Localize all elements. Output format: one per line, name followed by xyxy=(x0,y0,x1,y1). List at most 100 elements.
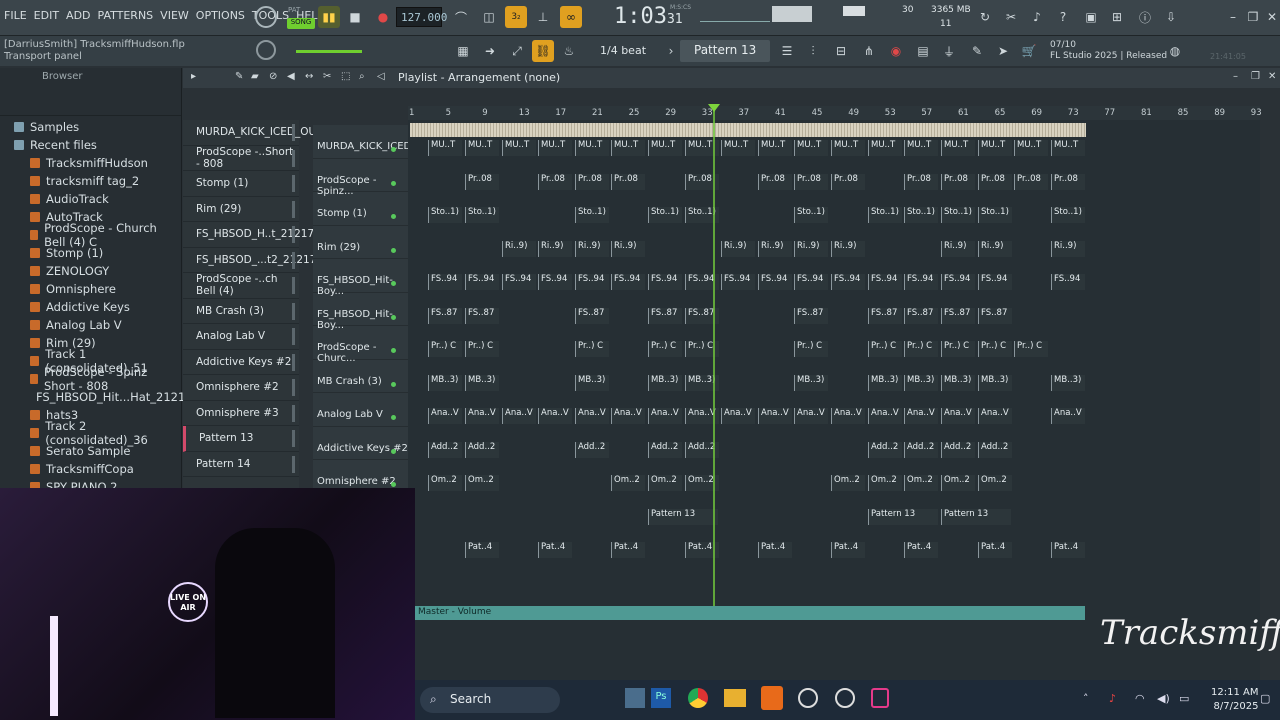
pattern-clip[interactable]: FS..87 xyxy=(978,307,1012,324)
playhead[interactable] xyxy=(713,106,715,608)
track-enable-led[interactable] xyxy=(391,281,396,286)
pattern-clip[interactable]: Ri..9) xyxy=(978,240,1012,257)
pattern-clip[interactable]: MU..T xyxy=(465,140,499,156)
track-enable-led[interactable] xyxy=(391,247,396,253)
pattern-clip[interactable]: Sto..1) xyxy=(868,207,902,223)
mic-icon[interactable]: ♪ xyxy=(1026,6,1048,28)
pattern-clip[interactable]: FS..94 xyxy=(538,274,572,290)
track-header[interactable]: Addictive Keys #2 xyxy=(313,427,408,460)
playlist-arrow-icon[interactable]: ▸ xyxy=(191,71,196,82)
browser-item[interactable]: TracksmiffHudson xyxy=(14,154,181,172)
pattern-clip[interactable]: MU..T xyxy=(978,140,1012,156)
playlist-grid[interactable]: MU..T MU..T MU..T MU..T MU..T MU..T MU..T MU..T… xyxy=(408,120,1260,680)
pattern-clip[interactable]: Ri..9) xyxy=(721,240,755,257)
pattern-clip[interactable]: Om..2 xyxy=(941,475,975,491)
automation-clip[interactable]: Master - Volume xyxy=(415,606,1085,620)
pattern-clip[interactable]: Pr..08 xyxy=(831,173,865,190)
close-icon[interactable]: ✕ xyxy=(1261,6,1280,28)
pattern-clip[interactable]: Add..2 xyxy=(868,441,902,458)
browser-item[interactable]: tracksmiff tag_2 xyxy=(14,172,181,190)
pattern-clip[interactable]: Pr..08 xyxy=(1014,173,1048,190)
picker-item[interactable]: Omnisphere #2 xyxy=(183,375,299,401)
select-tool-icon[interactable]: ⬚ xyxy=(341,71,350,82)
undo-icon[interactable]: ↻ xyxy=(974,6,996,28)
pattern-clip[interactable]: MU..T xyxy=(611,140,645,156)
browser-item[interactable]: ProdScope - Church Bell (4) C xyxy=(14,221,181,249)
pattern-clip[interactable]: Ana..V xyxy=(758,408,792,424)
pattern-clip[interactable]: MU..T xyxy=(904,140,938,156)
pattern-clip[interactable]: Ri..9) xyxy=(611,240,645,257)
pattern-clip[interactable]: Pat..4 xyxy=(611,542,645,558)
pattern-clip[interactable]: Ana..V xyxy=(941,408,975,424)
pattern-clip[interactable]: Ana..V xyxy=(538,408,572,424)
picker-item[interactable]: MURDA_KICK_ICED_OUT xyxy=(183,120,323,146)
pattern-clip[interactable]: Pat..4 xyxy=(978,542,1012,558)
pattern-clip[interactable]: Pr..08 xyxy=(611,173,645,190)
wifi-icon[interactable]: ◠ xyxy=(1135,692,1145,705)
menu-patterns[interactable]: PATTERNS xyxy=(98,9,154,22)
zoom-tool-icon[interactable]: ⌕ xyxy=(359,71,365,82)
pattern-clip[interactable]: FS..94 xyxy=(1051,274,1085,290)
picker-item[interactable]: Analog Lab V xyxy=(183,324,299,350)
browser-item[interactable]: AudioTrack xyxy=(14,190,181,208)
pattern-clip[interactable]: Pat..4 xyxy=(1051,542,1085,558)
photoshop-icon[interactable]: Ps xyxy=(651,688,671,708)
pattern-clip[interactable]: Om..2 xyxy=(978,475,1012,491)
track-enable-led[interactable] xyxy=(391,348,396,353)
minimize-icon[interactable]: – xyxy=(1222,6,1244,28)
pattern-clip[interactable]: Pr..08 xyxy=(794,173,828,190)
wait-input-icon[interactable]: ◫ xyxy=(478,6,500,28)
pattern-clip[interactable]: MB..3) xyxy=(794,374,828,391)
pattern-clip[interactable]: Pr..) C xyxy=(904,341,938,357)
pattern-clip[interactable]: Ri..9) xyxy=(831,240,865,257)
pattern-clip[interactable]: FS..94 xyxy=(648,274,682,290)
pattern-clip[interactable]: Pr..) C xyxy=(1014,341,1048,357)
pattern-clip[interactable]: FS..94 xyxy=(904,274,938,290)
pattern-clip[interactable]: FS..87 xyxy=(575,307,609,324)
draw-tool-icon[interactable]: ✎ xyxy=(235,71,243,82)
track-enable-led[interactable] xyxy=(391,180,396,186)
pattern-clip[interactable]: Pr..) C xyxy=(465,341,499,357)
pattern-clip[interactable]: Sto..1) xyxy=(794,207,828,223)
pattern-clip[interactable]: Pr..08 xyxy=(575,173,609,190)
pattern-clip[interactable]: Pr..) C xyxy=(794,341,828,357)
pattern-clip[interactable]: MB..3) xyxy=(465,374,499,391)
pattern-clip[interactable]: Sto..1) xyxy=(465,207,499,223)
pattern-clip[interactable]: Pr..08 xyxy=(758,173,792,190)
pattern-clip[interactable]: FS..87 xyxy=(428,307,462,324)
tray-chevron-icon[interactable]: ˄ xyxy=(1083,692,1089,705)
pattern-clip[interactable]: Pr..) C xyxy=(941,341,975,357)
app-icon[interactable] xyxy=(798,688,818,708)
pattern-clip[interactable]: Add..2 xyxy=(978,441,1012,458)
picker-item[interactable]: ProdScope -..Short - 808 xyxy=(183,146,299,171)
menu-add[interactable]: ADD xyxy=(66,9,90,22)
pattern-clip[interactable]: Ana..V xyxy=(978,408,1012,424)
output-icon[interactable]: ⏚ xyxy=(938,40,960,62)
play-button[interactable]: ▮▮ xyxy=(318,6,340,28)
pattern-clip[interactable]: Ana..V xyxy=(794,408,828,424)
pattern-clip[interactable]: Om..2 xyxy=(831,475,865,491)
pattern-clip[interactable]: FS..87 xyxy=(648,307,682,324)
timeline-ruler[interactable]: 1 5 9 13 17 21 25 29 33 37 41 45 49 53 57 61 65 69 73 77 81 8… xyxy=(408,106,1262,120)
pattern-clip[interactable]: Ri..9) xyxy=(794,240,828,257)
playlist-minimize-icon[interactable]: – xyxy=(1233,71,1238,82)
audio-clip-waveform[interactable] xyxy=(410,123,1086,137)
browser-item[interactable]: Analog Lab V xyxy=(14,316,181,334)
pattern-clip[interactable]: Pr..) C xyxy=(428,341,462,357)
info-icon[interactable]: ⓘ xyxy=(1134,6,1156,28)
brush-icon[interactable]: ✎ xyxy=(966,40,988,62)
picker-item[interactable]: MB Crash (3) xyxy=(183,299,299,324)
master-pitch-knob[interactable] xyxy=(256,40,276,60)
channel-rack-icon[interactable]: ⫶ xyxy=(802,40,824,62)
pattern-clip[interactable]: FS..87 xyxy=(794,307,828,324)
save-icon[interactable]: ▣ xyxy=(1080,6,1102,28)
pattern-clip[interactable]: Pr..08 xyxy=(538,173,572,190)
master-volume-slider[interactable] xyxy=(296,50,362,53)
pattern-clip[interactable]: MB..3) xyxy=(648,374,682,391)
pattern-clip[interactable]: Pattern 13 xyxy=(648,508,718,525)
plugin-db-icon[interactable]: ◉ xyxy=(885,40,907,62)
pattern-clip[interactable]: FS..94 xyxy=(721,274,755,290)
browser-item[interactable]: Addictive Keys xyxy=(14,298,181,316)
browser-icon[interactable]: ▤ xyxy=(912,40,934,62)
pattern-clip[interactable]: Ana..V xyxy=(428,408,462,424)
